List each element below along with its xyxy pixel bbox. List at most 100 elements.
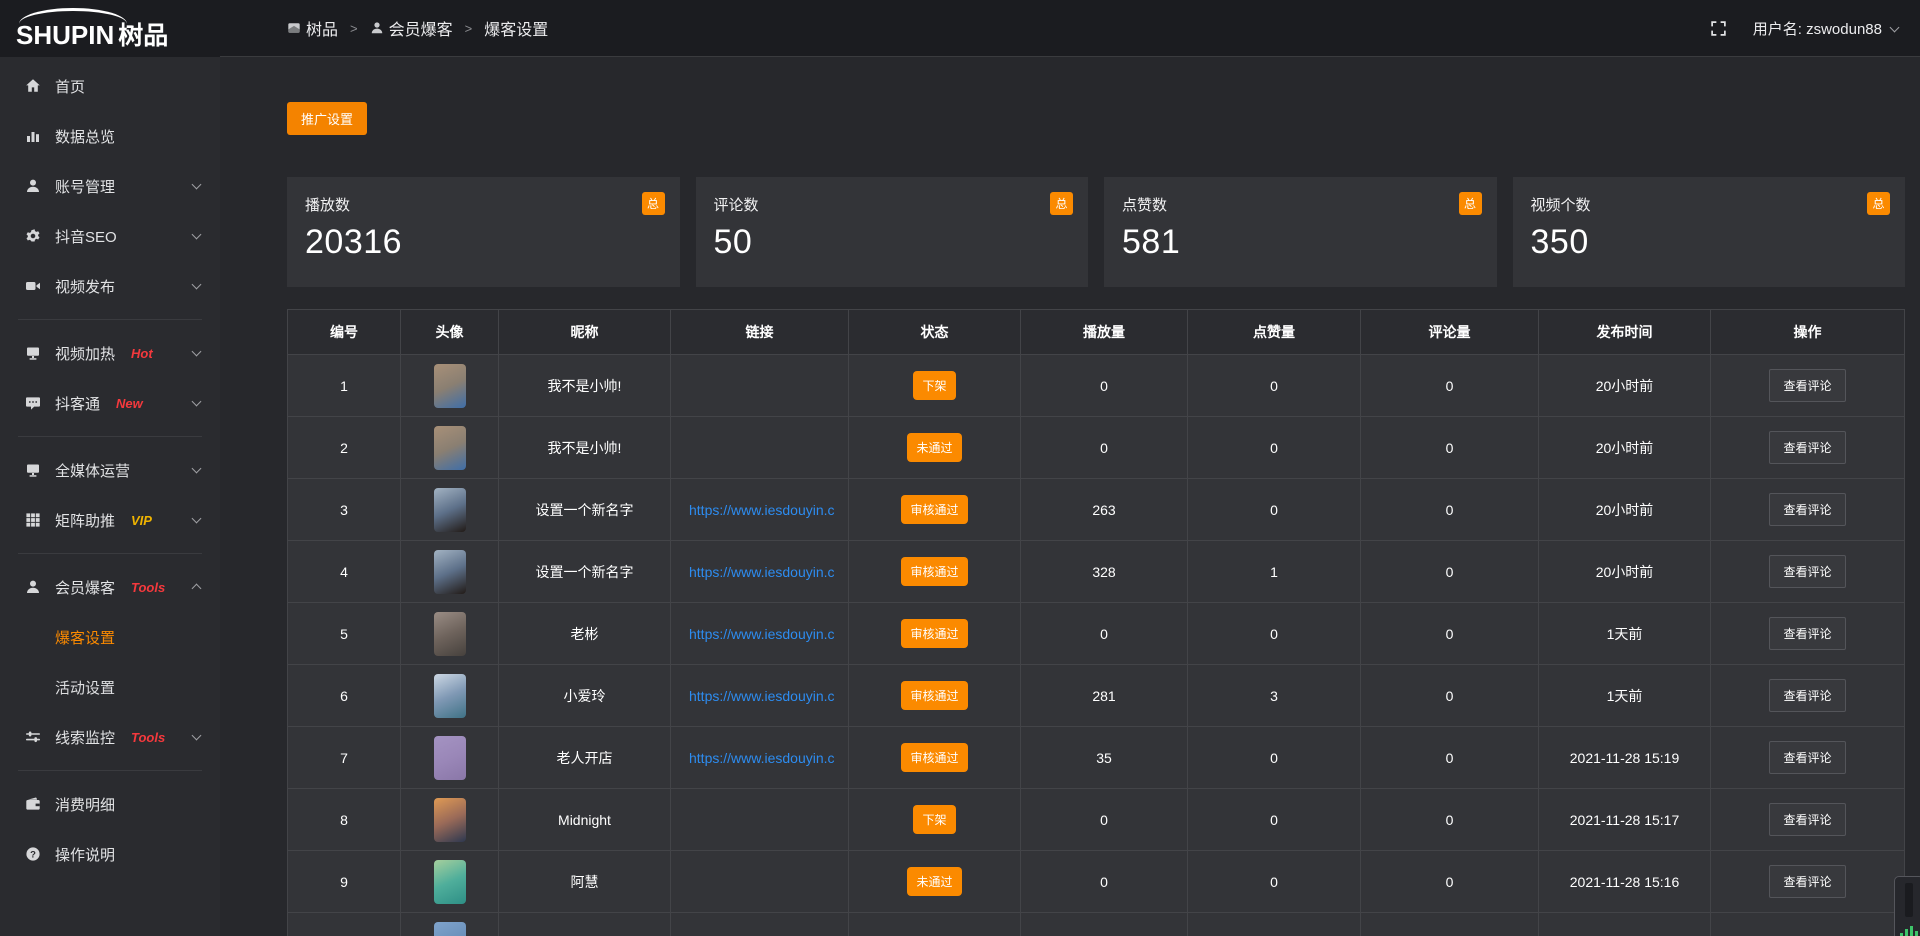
stat-label: 点赞数 (1122, 194, 1479, 215)
cell-no: 5 (288, 603, 401, 665)
view-comments-button[interactable]: 查看评论 (1769, 865, 1845, 898)
cell-status: 审核通过 (849, 727, 1021, 789)
cell-likes: 0 (1188, 789, 1361, 851)
status-badge: 审核通过 (901, 743, 967, 772)
sidebar-item-1[interactable]: 数据总览 (0, 111, 220, 161)
sidebar-item-18[interactable]: ?操作说明 (0, 829, 220, 879)
sidebar-nav: 首页数据总览账号管理抖音SEO 视频发布视频加热Hot抖客通New 全媒体运营矩阵助… (0, 57, 220, 879)
cell-no: 4 (288, 541, 401, 603)
avatar (434, 922, 466, 936)
table-row-9 (288, 913, 1905, 936)
cell-time: 20小时前 (1539, 479, 1711, 541)
column-header: 昵称 (499, 310, 671, 355)
view-comments-button[interactable]: 查看评论 (1769, 493, 1845, 526)
view-comments-button[interactable]: 查看评论 (1769, 679, 1845, 712)
breadcrumb-item-0[interactable]: 树品 (287, 16, 338, 40)
cell-no: 7 (288, 727, 401, 789)
sidebar-item-6[interactable]: 视频加热Hot (0, 328, 220, 378)
video-link[interactable]: https://www.iesdouyin.c (689, 502, 835, 518)
sidebar-item-9[interactable]: 全媒体运营 (0, 445, 220, 495)
breadcrumb-separator: > (465, 21, 473, 36)
sidebar-item-label: 全媒体运营 (55, 460, 130, 481)
view-comments-button[interactable]: 查看评论 (1769, 369, 1845, 402)
cell-avatar (401, 789, 499, 851)
cell-avatar (401, 355, 499, 417)
cell-comments: 0 (1361, 541, 1539, 603)
sidebar-item-7[interactable]: 抖客通New (0, 378, 220, 428)
video-link[interactable]: https://www.iesdouyin.c (689, 688, 835, 704)
cell-link (671, 851, 849, 913)
stat-card-2: 点赞数581总 (1104, 177, 1497, 287)
column-header: 评论量 (1361, 310, 1539, 355)
floating-widget[interactable] (1894, 876, 1920, 936)
view-comments-button[interactable]: 查看评论 (1769, 803, 1845, 836)
sidebar-item-label: 矩阵助推 (55, 510, 115, 531)
chevron-down-icon (1890, 22, 1900, 32)
sidebar-item-17[interactable]: 消费明细 (0, 779, 220, 829)
grid-icon (24, 512, 42, 528)
cell-action (1711, 913, 1905, 936)
cell-link: https://www.iesdouyin.c (671, 727, 849, 789)
cell-nickname: Midnight (499, 789, 671, 851)
cell-plays: 0 (1021, 355, 1188, 417)
sidebar-item-15[interactable]: 线索监控Tools (0, 712, 220, 762)
stat-value: 581 (1122, 223, 1479, 262)
sidebar-item-label: 数据总览 (55, 126, 115, 147)
breadcrumb-item-1[interactable]: 会员爆客 (370, 16, 453, 40)
sidebar-item-2[interactable]: 账号管理 (0, 161, 220, 211)
user-menu[interactable]: 用户名: zswodun88 (1753, 18, 1898, 39)
video-link[interactable]: https://www.iesdouyin.c (689, 564, 835, 580)
video-link[interactable]: https://www.iesdouyin.c (689, 750, 835, 766)
total-badge: 总 (642, 192, 665, 215)
videos-table: 编号头像昵称链接状态播放量点赞量评论量发布时间操作 1我不是小帅!下架00020… (287, 309, 1905, 936)
equalizer-icon (1900, 926, 1918, 936)
cell-plays: 281 (1021, 665, 1188, 727)
sidebar-subitem-13[interactable]: 爆客设置 (0, 612, 220, 662)
video-icon (24, 278, 42, 294)
member-icon (24, 579, 42, 595)
sidebar-divider (18, 436, 202, 437)
promo-settings-button[interactable]: 推广设置 (287, 102, 367, 135)
view-comments-button[interactable]: 查看评论 (1769, 617, 1845, 650)
table-row-4: 5老彬https://www.iesdouyin.c审核通过0001天前查看评论 (288, 603, 1905, 665)
user-icon (24, 178, 42, 194)
username-label: 用户名: zswodun88 (1753, 18, 1882, 39)
fullscreen-icon[interactable] (1710, 20, 1727, 37)
chevron-down-icon (192, 397, 202, 407)
cell-time: 1天前 (1539, 603, 1711, 665)
video-link[interactable]: https://www.iesdouyin.c (689, 626, 835, 642)
main-content: 推广设置 播放数20316总评论数50总点赞数581总视频个数350总 编号头像… (220, 58, 1920, 936)
sidebar-item-4[interactable]: 视频发布 (0, 261, 220, 311)
view-comments-button[interactable]: 查看评论 (1769, 741, 1845, 774)
table-row-1: 2我不是小帅!未通过00020小时前查看评论 (288, 417, 1905, 479)
cell-link: https://www.iesdouyin.c (671, 479, 849, 541)
sidebar-item-label: 抖音SEO (55, 226, 117, 247)
cell-link (671, 355, 849, 417)
view-comments-button[interactable]: 查看评论 (1769, 555, 1845, 588)
sidebar-item-12[interactable]: 会员爆客Tools (0, 562, 220, 612)
column-header: 发布时间 (1539, 310, 1711, 355)
avatar (434, 674, 466, 718)
breadcrumb-separator: > (350, 21, 358, 36)
cell-comments: 0 (1361, 851, 1539, 913)
cell-comments: 0 (1361, 727, 1539, 789)
breadcrumb-label: 树品 (306, 16, 338, 40)
status-badge: 下架 (913, 371, 955, 400)
sidebar-item-10[interactable]: 矩阵助推VIP (0, 495, 220, 545)
cell-action: 查看评论 (1711, 355, 1905, 417)
breadcrumb-item-2[interactable]: 爆客设置 (484, 16, 548, 40)
home-icon (24, 78, 42, 94)
app-window: SHUPIN树品 首页数据总览账号管理抖音SEO视频发布视频加热Hot抖客通Ne… (0, 0, 1920, 936)
sidebar-item-0[interactable]: 首页 (0, 61, 220, 111)
logo-text-en: SHUPIN (16, 20, 114, 50)
cell-time: 1天前 (1539, 665, 1711, 727)
sidebar-item-3[interactable]: 抖音SEO (0, 211, 220, 261)
sidebar-divider (18, 770, 202, 771)
sidebar-subitem-14[interactable]: 活动设置 (0, 662, 220, 712)
app-logo: SHUPIN树品 (0, 0, 220, 57)
view-comments-button[interactable]: 查看评论 (1769, 431, 1845, 464)
display-icon (24, 462, 42, 478)
cell-comments: 0 (1361, 355, 1539, 417)
table-row-7: 8Midnight下架0002021-11-28 15:17查看评论 (288, 789, 1905, 851)
cell-link: https://www.iesdouyin.c (671, 665, 849, 727)
